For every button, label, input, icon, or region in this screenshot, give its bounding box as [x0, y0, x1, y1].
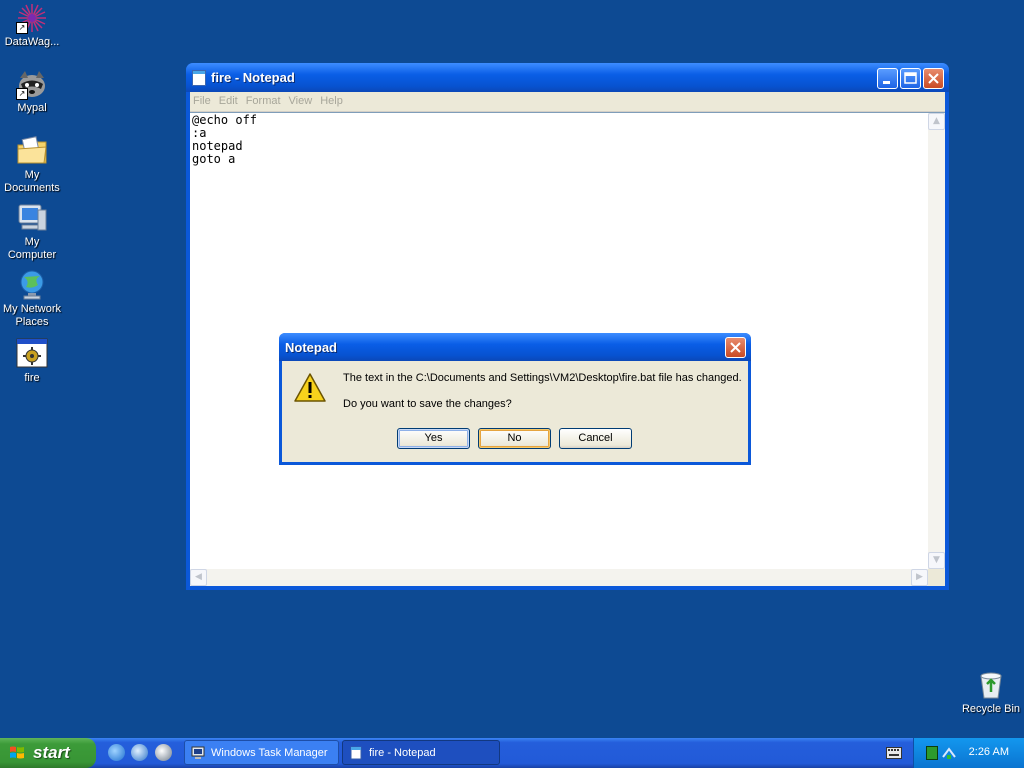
dialog-close-button[interactable]	[725, 337, 746, 358]
start-label: start	[33, 743, 70, 762]
task-manager-icon	[191, 746, 205, 759]
yes-button[interactable]: Yes	[397, 428, 470, 449]
menu-format[interactable]: Format	[243, 92, 286, 107]
desktop-icon-label: Documents	[4, 182, 60, 194]
desktop-icon-datawag[interactable]: ↗ DataWag...	[0, 2, 64, 49]
menu-help[interactable]: Help	[317, 92, 348, 107]
notepad-titlebar[interactable]: fire - Notepad	[186, 63, 949, 92]
menu-view[interactable]: View	[286, 92, 318, 107]
desktop-icon-my-computer[interactable]: My Computer	[0, 202, 64, 262]
desktop-icon-recycle-bin[interactable]: Recycle Bin	[960, 668, 1022, 715]
dialog-body: The text in the C:\Documents and Setting…	[282, 361, 748, 462]
taskbar-item-label: Windows Task Manager	[211, 747, 328, 759]
close-icon	[730, 342, 741, 353]
no-button[interactable]: No	[478, 428, 551, 449]
desktop-icon-label: Computer	[7, 249, 57, 261]
desktop-icon-fire[interactable]: fire	[0, 338, 64, 385]
desktop-icon-my-documents[interactable]: My Documents	[0, 135, 64, 195]
desktop-icon-label: My Network	[2, 303, 62, 315]
batch-file-icon	[16, 338, 48, 370]
editor-content[interactable]: @echo off :a notepad goto a	[192, 114, 257, 166]
warning-icon	[294, 373, 326, 402]
taskbar-item-notepad[interactable]: fire - Notepad	[342, 740, 500, 765]
desktop-icon-label: fire	[24, 372, 40, 384]
vertical-scrollbar[interactable]: ▲ ▼	[928, 113, 945, 569]
dialog-title: Notepad	[285, 340, 337, 355]
menu-file[interactable]: File	[190, 92, 216, 107]
internet-explorer-icon[interactable]	[108, 744, 125, 761]
taskbar: start Windows Task Manager fire - Notepa…	[0, 738, 1024, 768]
notepad-icon	[192, 70, 206, 86]
network-icon[interactable]	[941, 745, 957, 761]
dialog-question: Do you want to save the changes?	[343, 398, 512, 410]
scroll-up-button[interactable]: ▲	[928, 113, 945, 130]
outlook-express-icon[interactable]	[131, 744, 148, 761]
raccoon-icon: ↗	[16, 68, 48, 100]
desktop-icon-label: DataWag...	[4, 36, 60, 48]
scroll-left-button[interactable]: ◀	[190, 569, 207, 586]
media-player-icon[interactable]	[155, 744, 172, 761]
network-places-icon	[16, 269, 48, 301]
desktop-icon-label: Mypal	[17, 102, 47, 114]
taskbar-item-task-manager[interactable]: Windows Task Manager	[184, 740, 339, 765]
maximize-icon	[904, 72, 917, 84]
minimize-button[interactable]	[877, 68, 898, 89]
menu-bar: File Edit Format View Help	[190, 92, 945, 112]
recycle-bin-label: Recycle Bin	[961, 703, 1021, 715]
notepad-title: fire - Notepad	[211, 70, 295, 85]
scroll-right-button[interactable]: ▶	[911, 569, 928, 586]
clock[interactable]: 2:26 AM	[969, 746, 1009, 758]
tray-app-icon[interactable]	[926, 746, 938, 760]
recycle-bin-icon	[980, 672, 1002, 699]
minimize-icon	[883, 81, 890, 84]
size-grip[interactable]	[928, 569, 945, 586]
shortcut-arrow-icon: ↗	[16, 22, 28, 34]
shortcut-arrow-icon: ↗	[16, 88, 28, 100]
menu-edit[interactable]: Edit	[216, 92, 243, 107]
desktop-icon-mypal[interactable]: ↗ Mypal	[0, 68, 64, 115]
windows-logo-icon	[10, 746, 24, 759]
close-button[interactable]	[923, 68, 944, 89]
keyboard-icon[interactable]	[886, 747, 902, 759]
save-changes-dialog: Notepad The text in the C:\Documents and…	[279, 333, 751, 465]
dialog-message: The text in the C:\Documents and Setting…	[343, 372, 742, 384]
my-computer-icon	[16, 202, 48, 234]
desktop-icon-label: My	[24, 236, 40, 248]
system-tray: 2:26 AM	[913, 738, 1024, 768]
scroll-down-button[interactable]: ▼	[928, 552, 945, 569]
maximize-button[interactable]	[900, 68, 921, 89]
dialog-titlebar[interactable]: Notepad	[279, 333, 751, 361]
cancel-button[interactable]: Cancel	[559, 428, 632, 449]
datawag-icon: ↗	[16, 2, 48, 34]
desktop-icon-my-network-places[interactable]: My Network Places	[0, 269, 64, 329]
desktop-icon-label: Places	[15, 316, 49, 328]
desktop-icon-label: My	[24, 169, 40, 181]
close-icon	[928, 73, 939, 84]
my-documents-icon	[16, 135, 48, 167]
taskbar-item-label: fire - Notepad	[369, 747, 436, 759]
notepad-window: fire - Notepad File Edit Format View Help @e…	[186, 63, 949, 590]
horizontal-scrollbar[interactable]: ◀ ▶	[190, 569, 928, 586]
start-button[interactable]: start	[0, 738, 96, 768]
notepad-icon	[350, 746, 362, 760]
